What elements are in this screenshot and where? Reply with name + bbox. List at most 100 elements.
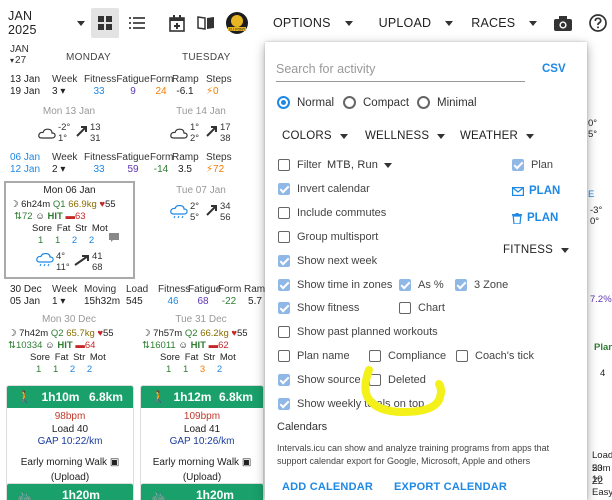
view-mode-normal[interactable]: Normal — [277, 96, 334, 109]
hit-label: HIT — [47, 211, 63, 222]
races-button[interactable]: RACES — [463, 0, 538, 46]
steps-label: Steps — [206, 74, 232, 85]
wind-gust: 38 — [220, 133, 231, 144]
day-header-tuesday: TUESDAY — [182, 52, 231, 63]
hr-value: 63 — [74, 211, 86, 222]
hr-value: 64 — [84, 340, 96, 351]
ramp-value: -6.1 — [176, 85, 194, 97]
moon-icon: ☽ — [10, 199, 19, 210]
upload-label: UPLOAD — [378, 16, 432, 30]
resting-hr: 55 — [105, 199, 116, 210]
chart-checkbox[interactable]: Chart — [399, 302, 445, 314]
group-multisport-checkbox[interactable]: Group multisport — [278, 231, 378, 243]
month-select[interactable]: JAN 2025 — [0, 0, 85, 46]
upload-button[interactable]: UPLOAD — [371, 0, 454, 46]
cloud-icon — [38, 128, 56, 139]
ramp-value: 3.5 — [178, 163, 192, 175]
chevron-down-icon — [445, 20, 454, 26]
wind-speed: 17 — [220, 122, 231, 133]
show-source-checkbox[interactable]: Show source — [278, 374, 361, 386]
activity-card[interactable]: 🚶 1h10m 6.8km 98bpm Load 40 GAP 10:22/km… — [6, 385, 134, 489]
month-header: JAN ▾ 27 — [10, 44, 29, 66]
csv-button[interactable]: CSV — [542, 63, 566, 75]
help-button[interactable] — [584, 0, 612, 46]
athlete-avatar[interactable]: ELI PONY — [223, 0, 251, 46]
steps-value: 72 — [213, 163, 225, 175]
coachs-tick-checkbox[interactable]: Coach's tick — [456, 350, 534, 362]
wellness-label: Sore — [30, 352, 51, 363]
as-percent-checkbox[interactable]: As % — [399, 279, 444, 291]
radio-circle — [343, 96, 356, 109]
day-card[interactable]: Mon 30 Dec ☽ 7h42m Q2 65.7kg ♥55 ⇅10334 … — [4, 312, 134, 380]
plan-name-checkbox[interactable]: Plan name — [278, 350, 350, 362]
view-mode-minimal[interactable]: Minimal — [417, 96, 477, 109]
activity-card[interactable]: 🚲 1h20m — [6, 483, 134, 500]
activity-card[interactable]: 🚲 1h20m — [140, 483, 264, 500]
screenshot-button[interactable] — [549, 0, 577, 46]
wellness-label: Fat — [54, 352, 69, 363]
activity-distance: 6.8km — [218, 390, 253, 404]
hr-strip-icon: ▬ — [65, 211, 75, 222]
fatigue-label: Fatigue — [188, 284, 222, 295]
day-card[interactable]: Tue 31 Dec ☽ 7h57m Q2 66.2kg ♥55 ⇅16011 … — [138, 312, 264, 380]
hr-strip-icon: ▬ — [75, 340, 85, 351]
filter-select[interactable]: MTB, Run — [327, 159, 393, 171]
docs-button[interactable] — [194, 0, 219, 46]
chevron-down-icon — [529, 20, 538, 26]
options-button[interactable]: OPTIONS — [265, 0, 353, 46]
filter-checkbox[interactable]: Filter — [278, 159, 321, 171]
right-edge-fitness-pct: 7.2% — [590, 294, 612, 305]
chevron-down-icon — [437, 133, 446, 139]
colors-dropdown[interactable]: COLORS — [282, 130, 348, 142]
sleep-duration: 7h42m — [19, 328, 49, 339]
temp-low: 2° — [190, 133, 200, 144]
three-zone-checkbox[interactable]: 3 Zone — [455, 279, 508, 291]
form-value: -22 — [221, 295, 237, 307]
invert-calendar-checkbox[interactable]: Invert calendar — [278, 183, 370, 195]
activity-duration: 1h20m — [61, 488, 100, 500]
camera-icon — [554, 15, 573, 31]
activity-duration: 1h10m — [41, 390, 80, 404]
list-view-button[interactable] — [123, 8, 151, 38]
wellness-label: Sore — [160, 352, 181, 363]
plan-delete-link[interactable]: PLAN — [512, 212, 558, 224]
form-value: 24 — [155, 85, 167, 97]
day-card-selected[interactable]: Mon 06 Jan ☽ 6h24m Q1 66.9kg ♥55 ⇅72 ☺ H… — [4, 181, 135, 279]
day-card[interactable]: Tue 07 Jan 2° 5° 34 56 — [138, 181, 264, 279]
view-mode-compact[interactable]: Compact — [343, 96, 409, 109]
activity-gap: GAP 10:26/km — [169, 436, 235, 447]
list-icon — [129, 17, 146, 29]
grid-view-button[interactable] — [91, 8, 120, 38]
show-fitness-checkbox[interactable]: Show fitness — [278, 302, 359, 314]
moon-icon: ☽ — [8, 328, 17, 339]
fitness-dropdown[interactable]: FITNESS — [503, 244, 569, 256]
wellness-value: 2 — [71, 235, 78, 246]
show-past-planned-checkbox[interactable]: Show past planned workouts — [278, 326, 438, 338]
wind-speed: 34 — [220, 201, 231, 212]
export-calendar-button[interactable]: EXPORT CALENDAR — [394, 481, 507, 493]
temp-low: 1° — [58, 133, 68, 144]
chevron-down-icon: ▾ — [60, 85, 66, 97]
activity-hr: 109bpm — [183, 411, 221, 422]
wellness-dropdown[interactable]: WELLNESS — [365, 130, 446, 142]
include-commutes-checkbox[interactable]: Include commutes — [278, 207, 386, 219]
weather-dropdown[interactable]: WEATHER — [460, 130, 535, 142]
show-time-in-zones-checkbox[interactable]: Show time in zones — [278, 279, 392, 291]
show-next-week-checkbox[interactable]: Show next week — [278, 255, 377, 267]
search-input[interactable]: Search for activity — [276, 54, 525, 82]
activity-card[interactable]: 🚶 1h12m 6.8km 109bpm Load 41 GAP 10:26/k… — [140, 385, 264, 489]
add-calendar-button[interactable]: ADD CALENDAR — [282, 481, 373, 493]
week-start-date: 06 Jan — [10, 152, 41, 163]
hit-label: HIT — [190, 340, 206, 351]
week-end-date: 12 Jan — [10, 163, 41, 175]
plan-checkbox[interactable]: Plan — [512, 159, 553, 171]
plan-email-link[interactable]: PLAN — [512, 185, 560, 197]
add-event-button[interactable] — [164, 0, 190, 46]
moon-icon: ☽ — [142, 328, 151, 339]
right-edge-temps: -3° 0° — [590, 205, 603, 227]
day-title: Tue 14 Jan — [176, 106, 226, 117]
chevron-down-icon — [560, 247, 569, 253]
wellness-value: 2 — [86, 364, 93, 375]
chevron-down-icon: ▾ — [60, 163, 66, 175]
fatigue-label: Fatigue — [116, 152, 150, 163]
